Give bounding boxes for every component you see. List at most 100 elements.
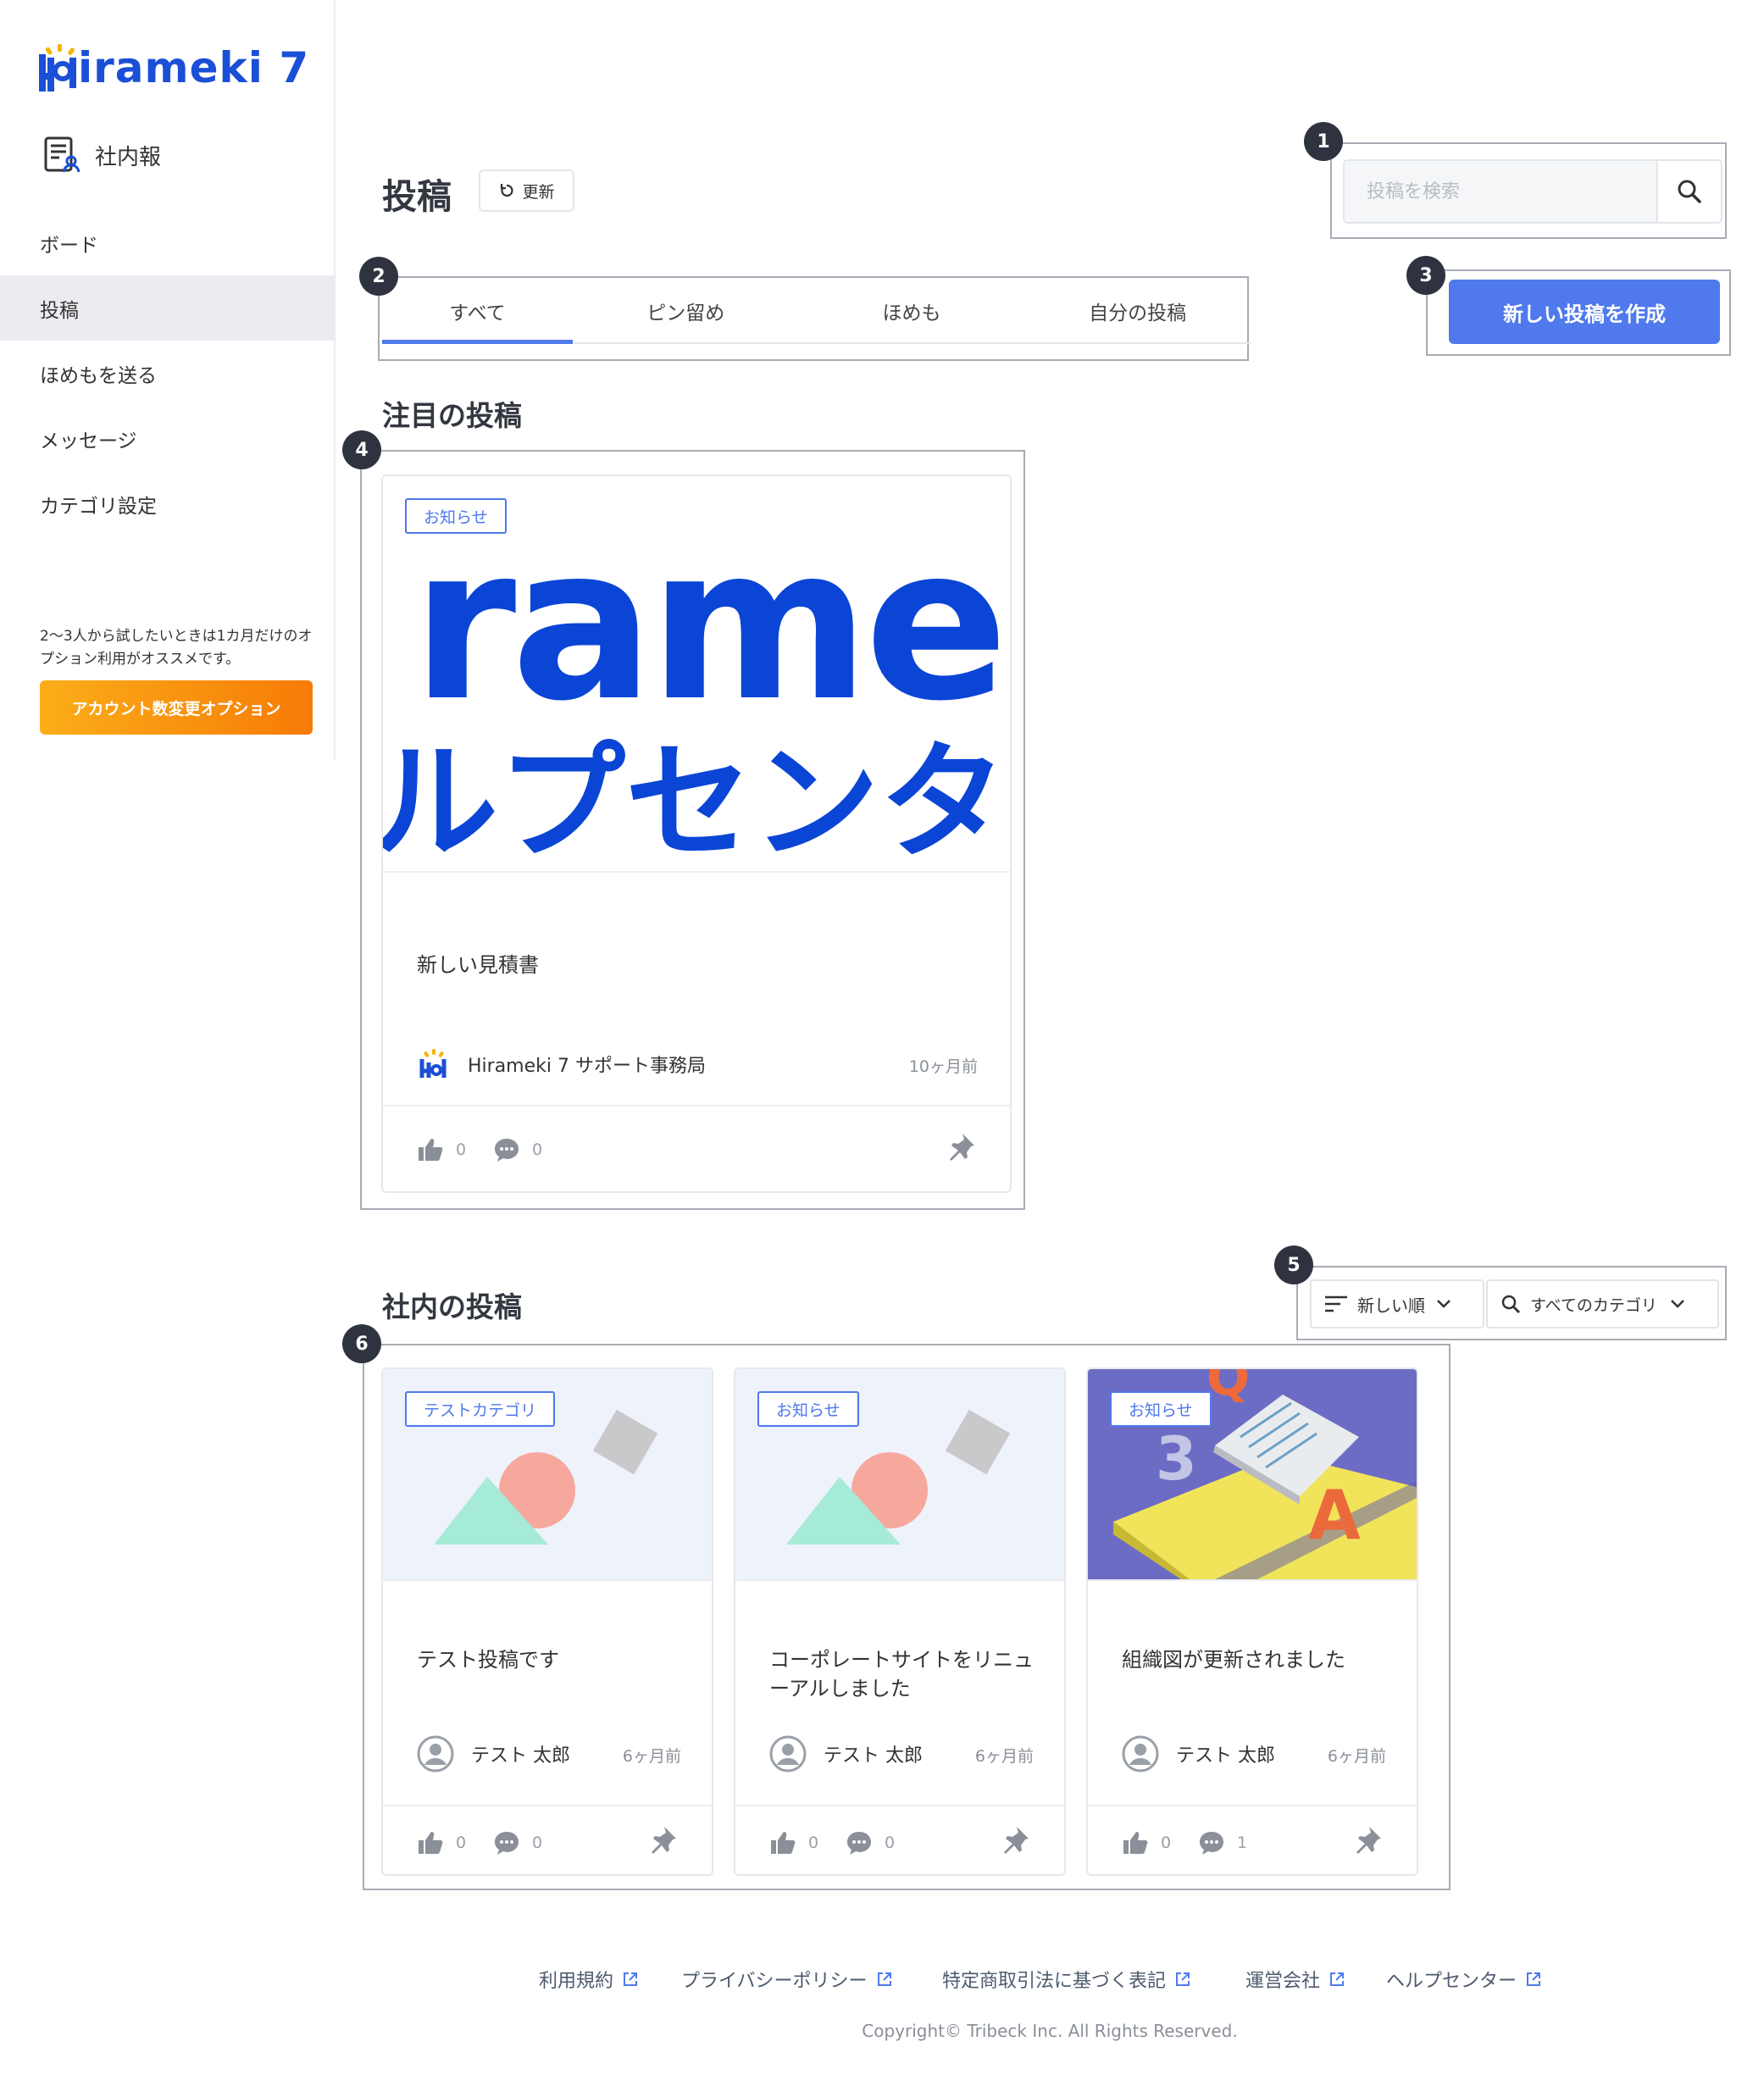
like-count[interactable]: 0 [417,1830,466,1856]
callout-badge-6: 6 [342,1324,381,1363]
tab-my-posts[interactable]: 自分の投稿 [1024,280,1251,342]
callout-badge-1: 1 [1304,122,1343,161]
category-dropdown[interactable]: すべてのカテゴリ [1486,1279,1719,1329]
internal-section-title: 社内の投稿 [382,1290,522,1323]
comment-count[interactable]: 0 [493,1830,542,1856]
app-logo[interactable]: irameki 7 [39,41,309,92]
footer-link-commerce-law[interactable]: 特定商取引法に基づく表記 [942,1966,1191,1993]
post-time: 6ヶ月前 [974,1747,1034,1766]
copyright: Copyright© Tribeck Inc. All Rights Reser… [862,2021,1238,2041]
featured-banner-image: ramek ルプセンタ [383,476,1010,871]
thumbs-up-icon [419,1832,443,1854]
sidebar-item-board[interactable]: ボード [0,210,334,275]
callout-badge-4: 4 [342,430,381,469]
post-title[interactable]: コーポレートサイトをリニューアルしました [769,1645,1040,1703]
avatar-icon [769,1735,807,1772]
tab-pinned[interactable]: ピン留め [573,280,799,342]
comment-count[interactable]: 0 [846,1830,895,1856]
svg-text:A: A [1308,1476,1361,1555]
callout-badge-3: 3 [1406,256,1445,295]
card-divider [383,871,1010,873]
create-post-button[interactable]: 新しい投稿を作成 [1449,280,1720,344]
chevron-down-icon [1671,1300,1684,1308]
post-title[interactable]: 組織図が更新されました [1122,1645,1393,1674]
sidebar-item-category-settings[interactable]: カテゴリ設定 [0,471,334,536]
featured-post-card[interactable]: ramek ルプセンタ お知らせ 新しい見積書 Hirameki 7 サポート事… [381,474,1012,1193]
comment-icon [1200,1832,1223,1855]
thumbs-up-icon [419,1139,443,1161]
card-divider [735,1579,1064,1581]
like-count[interactable]: 0 [769,1830,818,1856]
post-search [1343,159,1722,224]
post-title[interactable]: 新しい見積書 [417,951,539,979]
external-link-icon [624,1972,638,1986]
post-title[interactable]: テスト投稿です [417,1645,688,1674]
comment-icon [495,1832,519,1855]
post-author: Hirameki 7 サポート事務局 [417,1047,706,1081]
thumbs-up-icon [771,1832,796,1854]
sort-icon [1325,1295,1347,1312]
search-icon [1678,180,1701,203]
post-card[interactable]: 3 Q A お知らせ 組織図が更新されました テスト 太郎 6ヶ月前 0 1 [1086,1367,1418,1876]
card-divider [383,1579,712,1581]
thumbs-up-icon [1123,1832,1148,1854]
sidebar-item-messages[interactable]: メッセージ [0,406,334,471]
chevron-down-icon [1437,1300,1451,1308]
post-filter-tabs: すべて ピン留め ほめも 自分の投稿 [382,280,1251,344]
tab-homemo[interactable]: ほめも [799,280,1025,342]
author-name: Hirameki 7 サポート事務局 [468,1056,706,1077]
post-time: 10ヶ月前 [908,1057,978,1076]
search-button[interactable] [1656,161,1721,222]
footer-link-privacy[interactable]: プライバシーポリシー [681,1966,893,1993]
post-card[interactable]: テストカテゴリ テスト投稿です テスト 太郎 6ヶ月前 0 0 [381,1367,713,1876]
comment-count[interactable]: 1 [1198,1830,1247,1856]
pin-icon[interactable] [947,1132,976,1162]
featured-section-title: 注目の投稿 [382,399,522,432]
external-link-icon [1330,1972,1345,1986]
search-input[interactable] [1345,161,1656,222]
card-divider [1088,1579,1417,1581]
app-section-title[interactable]: 社内報 [42,136,161,175]
card-divider [383,1105,1010,1107]
post-author: テスト 太郎 [1122,1735,1275,1772]
callout-badge-5: 5 [1274,1245,1313,1284]
tab-all[interactable]: すべて [382,280,573,344]
banner-line-1: ramek [412,501,1010,747]
banner-line-2: ルプセンタ [383,730,1007,871]
refresh-button[interactable]: 更新 [479,169,574,212]
post-time: 6ヶ月前 [622,1747,681,1766]
svg-text:3: 3 [1156,1424,1197,1494]
pin-icon[interactable] [1354,1825,1383,1856]
like-count[interactable]: 0 [417,1137,466,1162]
pin-icon[interactable] [1001,1825,1030,1856]
post-time: 6ヶ月前 [1327,1747,1386,1766]
sort-dropdown[interactable]: 新しい順 [1310,1279,1484,1329]
post-card[interactable]: お知らせ コーポレートサイトをリニューアルしました テスト 太郎 6ヶ月前 0 … [734,1367,1066,1876]
post-author: テスト 太郎 [769,1735,923,1772]
promo-text: 2〜3人から試したいときは1カ月だけのオプション利用がオススメです。 [40,628,313,668]
author-name: テスト 太郎 [824,1745,923,1767]
author-name: テスト 太郎 [471,1745,570,1767]
avatar-icon [1122,1735,1159,1772]
category-tag: テストカテゴリ [405,1391,556,1427]
like-count[interactable]: 0 [1122,1830,1171,1856]
newsletter-icon [44,136,80,173]
comment-count[interactable]: 0 [493,1137,542,1162]
app-section-label: 社内報 [95,144,162,170]
footer-link-help-center[interactable]: ヘルプセンター [1386,1966,1542,1993]
card-divider [735,1805,1064,1806]
footer-link-terms[interactable]: 利用規約 [539,1966,639,1993]
refresh-label: 更新 [522,182,555,202]
account-option-button[interactable]: アカウント数変更オプション [40,680,313,735]
footer-link-company[interactable]: 運営会社 [1245,1966,1345,1993]
card-divider [383,1805,712,1806]
category-tag: お知らせ [405,498,507,534]
category-label: すべてのカテゴリ [1530,1295,1657,1315]
sidebar-item-send-homemo[interactable]: ほめもを送る [0,341,334,406]
pin-icon[interactable] [649,1825,678,1856]
sidebar-item-posts[interactable]: 投稿 [0,275,334,341]
svg-text:Q: Q [1207,1369,1250,1407]
logo-mark-icon [39,44,81,92]
external-link-icon [1176,1972,1190,1986]
category-tag: お知らせ [1110,1391,1212,1427]
